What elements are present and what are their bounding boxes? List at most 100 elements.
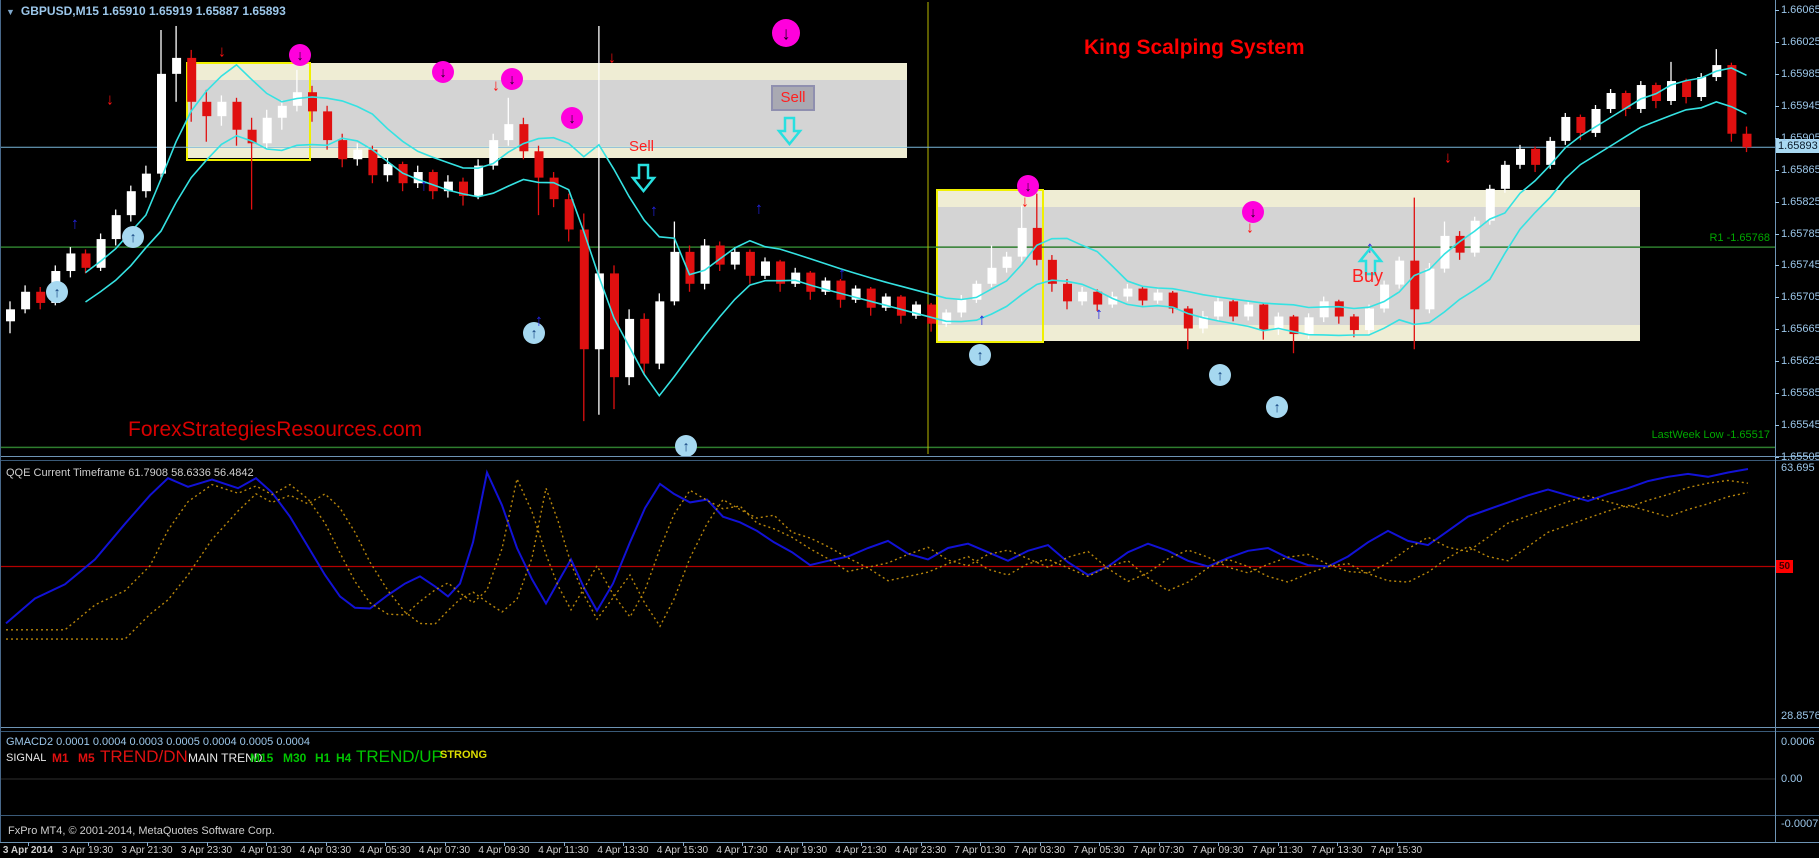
buy-ball-arrow-icon: ↑ [1216,368,1223,384]
price-axis-tick [1775,393,1779,395]
time-axis-tick [861,842,862,846]
price-axis-label: 1.65865 [1781,163,1819,176]
time-axis-tick [325,842,327,846]
buy-ball-arrow-icon: ↑ [682,439,689,455]
price-axis-label: 1.65545 [1781,419,1819,432]
price-axis-label: 1.65785 [1781,227,1819,240]
price-axis-label: 1.65985 [1781,67,1819,80]
down-arrow-icon: ↓ [106,91,114,108]
price-axis-tick [1775,169,1779,171]
candle-body [579,229,589,350]
time-axis-label: 3 Apr 2014 [2,845,54,856]
candle-body [534,151,544,178]
candle-body [700,245,710,284]
gmacd-status-h4: H4 [336,751,352,765]
time-axis-label: 4 Apr 15:30 [656,845,709,856]
time-axis-tick [1277,842,1279,846]
separator-gmacd-footer [0,815,1819,816]
down-arrow-icon: ↓ [1444,149,1452,166]
up-arrow-icon: ↑ [420,177,428,194]
candle-body [489,140,499,166]
time-axis-tick [1039,842,1041,846]
candle-body [383,164,393,176]
time-axis-tick [742,842,743,846]
down-arrow-icon: ↓ [218,43,226,60]
time-axis-label: 7 Apr 03:30 [1013,845,1066,856]
platform-footer: FxPro MT4, © 2001-2014, MetaQuotes Softw… [8,825,275,837]
gmacd-status-m30: M30 [283,751,307,765]
time-axis-tick [920,842,922,846]
time-axis-tick [266,842,267,846]
time-axis-label: 4 Apr 11:30 [538,845,589,856]
down-arrow-icon: ↓ [492,77,500,94]
down-arrow-icon: ↓ [1021,193,1029,210]
qqe-scale-min: 28.8576 [1781,710,1819,722]
gmacd-status-m15: M15 [250,751,274,765]
time-axis-tick [1337,842,1338,846]
candle-body [1093,291,1103,305]
time-axis-tick [385,842,386,846]
candle-body [1259,304,1269,331]
time-axis-tick [682,842,684,846]
candle-body [126,191,136,216]
time-axis-label: 7 Apr 05:30 [1073,845,1125,856]
candle-body [1410,260,1420,310]
candle-body [1153,292,1163,301]
separator-qqe-gmacd[interactable] [0,727,1819,728]
separator-qqe-gmacd-shadow [0,731,1819,732]
candle-body [1244,304,1254,317]
up-arrow-icon: ↑ [838,265,846,282]
gmacd-status-trend-up: TREND/UP [356,747,443,766]
time-axis-label: 7 Apr 09:30 [1192,845,1244,856]
sell-ball-arrow-icon: ↓ [508,72,515,88]
watermark-text: ForexStrategiesResources.com [128,418,423,441]
candle-body [1742,133,1752,148]
system-title: King Scalping System [1084,36,1305,59]
gmacd-status-m5: M5 [78,751,95,765]
lastweek-low-label: LastWeek Low -1.65517 [1651,429,1770,441]
candle-body [338,140,348,160]
price-axis-tick [1775,457,1779,459]
price-axis-tick [1775,425,1779,427]
candle-body [1425,268,1435,310]
candle-body [745,251,755,276]
gmacd-scale-label: 0.00 [1781,773,1803,785]
buy-ball-arrow-icon: ↑ [1273,400,1280,416]
time-axis-tick [980,842,981,846]
sell-ball-arrow-icon: ↓ [568,111,575,127]
time-axis-tick [444,842,446,846]
time-axis-label: 7 Apr 15:30 [1370,845,1423,856]
qqe-fast-trail-line [6,476,1749,631]
axis-separator-line[interactable] [1775,0,1776,842]
separator-main-qqe[interactable] [0,456,1819,457]
candle-body [1138,288,1148,301]
qqe-indicator-label: QQE Current Timeframe 61.7908 58.6336 56… [6,467,254,479]
price-axis-label: 1.65625 [1781,355,1819,368]
candle-body [957,299,967,313]
candle-body [549,177,559,200]
candle-body [1395,260,1405,285]
candle-body [157,73,166,174]
time-axis-label: 4 Apr 17:30 [716,845,768,856]
candle-body [66,253,76,272]
chevron-down-icon[interactable]: ▼ [6,7,15,17]
candle-body [277,105,287,118]
candle-body [1606,93,1616,109]
price-axis-label: 1.65745 [1781,259,1819,272]
candle-body [1561,116,1571,141]
down-arrow-icon: ↓ [1246,219,1254,236]
time-axis-label: 3 Apr 19:30 [61,845,114,856]
candle-body [1576,116,1586,133]
price-axis-label: 1.65945 [1781,99,1819,112]
r1-level-label: R1 -1.65768 [1709,232,1770,244]
candle-body [1002,256,1012,268]
time-axis-label: 7 Apr 13:30 [1311,845,1363,856]
sell-signal-label: Sell [629,138,655,155]
time-axis-line [0,842,1819,843]
time-axis-label: 4 Apr 19:30 [775,845,828,856]
gmacd-status-strong: STRONG [440,749,488,761]
candle-body [836,280,846,300]
time-axis-tick [563,842,565,846]
time-axis-label: 4 Apr 23:30 [894,845,947,856]
window-left-border [0,0,1,842]
